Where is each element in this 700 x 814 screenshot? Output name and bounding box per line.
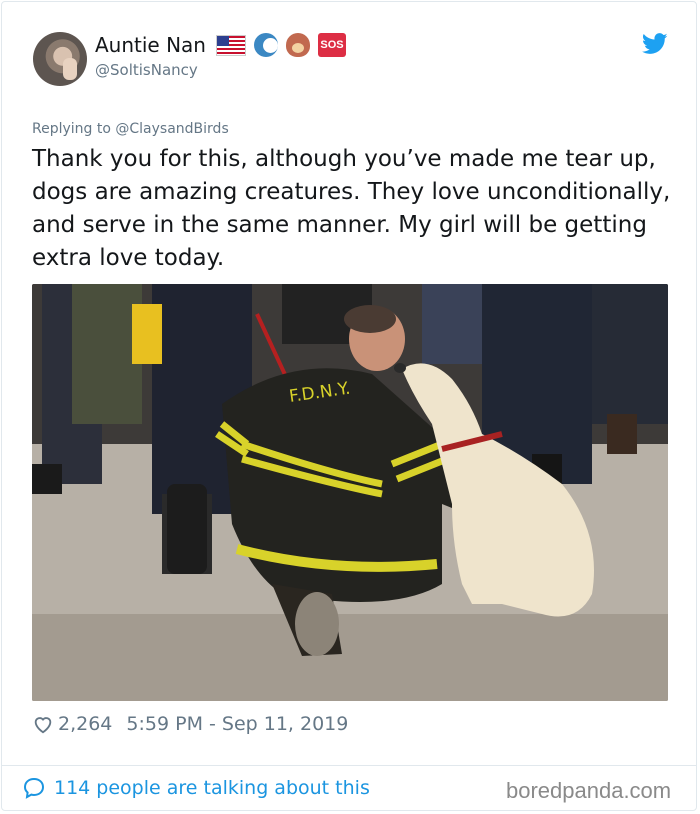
firefighter-dog-image: F.D.N.Y. <box>32 284 668 701</box>
reply-to-handle[interactable]: @ClaysandBirds <box>115 121 228 137</box>
author-name[interactable]: Auntie Nan <box>95 33 206 57</box>
tweet-meta: 2,264 5:59 PM - Sep 11, 2019 <box>32 713 348 735</box>
wave-icon <box>254 33 278 57</box>
tweet-photo[interactable]: F.D.N.Y. <box>32 284 668 701</box>
conversation-link[interactable]: 114 people are talking about this <box>22 776 370 800</box>
reply-prefix: Replying to <box>32 121 111 137</box>
twitter-bird-icon[interactable] <box>642 33 668 55</box>
tweet-text: Thank you for this, although you’ve made… <box>32 146 671 271</box>
watermark: boredpanda.com <box>506 778 672 803</box>
heart-icon[interactable] <box>32 713 54 735</box>
us-flag-icon <box>216 34 246 56</box>
tweet-timestamp[interactable]: 5:59 PM - Sep 11, 2019 <box>126 713 348 735</box>
sos-icon: SOS <box>318 33 346 57</box>
reply-line: Replying to @ClaysandBirds <box>32 121 229 137</box>
author-row: Auntie Nan SOS <box>95 33 346 57</box>
talking-text[interactable]: 114 people are talking about this <box>54 777 370 799</box>
comment-bubble-icon <box>23 777 45 799</box>
like-count[interactable]: 2,264 <box>58 713 112 735</box>
author-handle[interactable]: @SoltisNancy <box>95 61 198 79</box>
avatar[interactable] <box>33 32 87 86</box>
divider <box>1 765 697 766</box>
dog-face-icon <box>286 33 310 57</box>
